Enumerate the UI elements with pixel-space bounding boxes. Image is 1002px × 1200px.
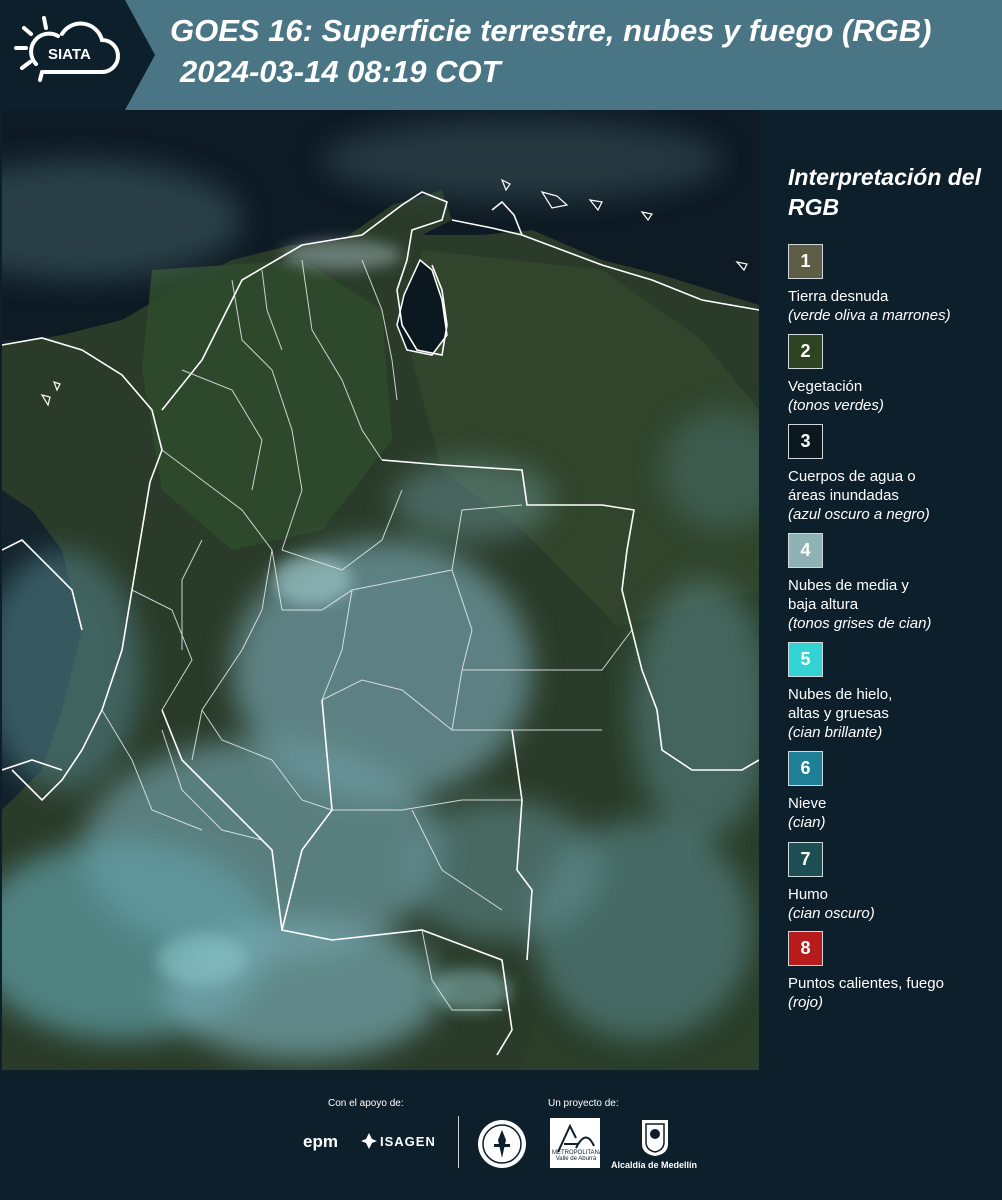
support-label: Con el apoyo de:: [328, 1098, 404, 1109]
legend-title: Interpretación del RGB: [788, 164, 981, 220]
medellin-shield-icon: [642, 1120, 668, 1156]
legend-item-desc: (cian): [788, 814, 826, 831]
project-label: Un proyecto de:: [548, 1098, 619, 1109]
legend-panel: Interpretación del RGB 1 Tierra desnuda …: [760, 110, 1002, 1070]
footer-divider: [458, 1116, 459, 1168]
legend-item-label: Humo: [788, 886, 829, 903]
legend-item-desc: (azul oscuro a negro): [788, 506, 930, 523]
page-title: GOES 16: Superficie terrestre, nubes y f…: [170, 13, 932, 48]
legend-item-label: Nubes de hielo, altas y gruesas: [788, 686, 893, 722]
legend-swatch: 7: [788, 842, 823, 877]
legend-item-label: Vegetación: [788, 378, 863, 395]
legend-item-desc: (tonos grises de cian): [788, 615, 932, 632]
page-timestamp: 2024-03-14 08:19 COT: [180, 54, 501, 89]
legend-swatch: 2: [788, 334, 823, 369]
legend-item-desc: (tonos verdes): [788, 397, 884, 414]
legend-item-desc: (cian oscuro): [788, 905, 875, 922]
medellin-text: Alcaldía de Medellín: [611, 1160, 698, 1170]
footer: Con el apoyo de: Un proyecto de: epm ISA…: [0, 1070, 1002, 1200]
legend-swatch: 5: [788, 642, 823, 677]
header: SIATA GOES 16: Superficie terrestre, nub…: [0, 0, 1002, 110]
siata-logo: SIATA: [0, 0, 155, 110]
legend-item-ice-clouds: 5 Nubes de hielo, altas y gruesas (cian …: [788, 642, 998, 742]
satellite-map[interactable]: [2, 110, 759, 1070]
legend-item-hotspots: 8 Puntos calientes, fuego (rojo): [788, 931, 998, 1012]
legend-item-label: Nieve: [788, 795, 827, 812]
legend-swatch: 1: [788, 244, 823, 279]
isagen-icon: [361, 1133, 377, 1149]
legend-swatch: 4: [788, 533, 823, 568]
university-seal-icon: [478, 1120, 526, 1168]
legend-item-desc: (rojo): [788, 994, 824, 1011]
legend-item-snow: 6 Nieve (cian): [788, 751, 998, 832]
map-graphic: [2, 110, 759, 1070]
epm-logo: epm: [303, 1132, 338, 1151]
legend-item-label: Cuerpos de agua o áreas inundadas: [788, 468, 916, 504]
legend-item-smoke: 7 Humo (cian oscuro): [788, 842, 998, 923]
logo-text: SIATA: [48, 46, 91, 63]
legend-item-desc: (verde oliva a marrones): [788, 307, 951, 324]
legend-item-label: Tierra desnuda: [788, 288, 889, 305]
legend-item-water-bodies: 3 Cuerpos de agua o áreas inundadas (azu…: [788, 424, 998, 524]
legend-item-vegetation: 2 Vegetación (tonos verdes): [788, 334, 998, 415]
legend-swatch: 6: [788, 751, 823, 786]
legend-swatch: 8: [788, 931, 823, 966]
legend-item-label: Puntos calientes, fuego: [788, 975, 944, 992]
legend-item-bare-land: 1 Tierra desnuda (verde oliva a marrones…: [788, 244, 998, 325]
legend-swatch: 3: [788, 424, 823, 459]
legend-item-mid-low-clouds: 4 Nubes de media y baja altura (tonos gr…: [788, 533, 998, 633]
amva-text: METROPOLITANA Valle de Aburrá: [552, 1150, 603, 1162]
legend-item-desc: (cian brillante): [788, 724, 883, 741]
legend-item-label: Nubes de media y baja altura: [788, 577, 909, 613]
isagen-logo: ISAGEN: [380, 1134, 436, 1149]
